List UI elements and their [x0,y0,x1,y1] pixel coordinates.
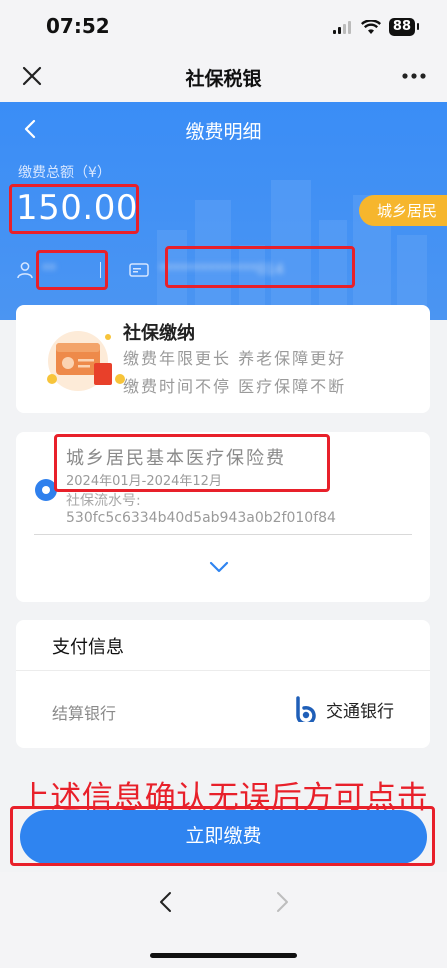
bottom-nav-bar [0,872,447,968]
category-tag: 城乡居民 [358,195,447,226]
divider [34,534,412,535]
annotation-box-insurance [54,434,330,492]
wifi-icon [360,19,381,34]
page-title: 缴费明细 [185,121,262,143]
annotation-box-name [36,250,108,290]
payment-info-card: 支付信息 结算银行 交通银行 [16,620,430,748]
shebao-slogan-1: 缴费年限更长 养老保障更好 [123,349,347,368]
shebao-promo-card: 社保缴纳 缴费年限更长 养老保障更好 缴费时间不停 医疗保障不断 [16,305,430,413]
status-icons: 88 [332,18,420,36]
annotation-box-amount [9,184,139,234]
more-icon[interactable] [399,62,429,90]
forward-nav-icon[interactable] [270,890,294,914]
app-title: 社保税银 [185,68,262,90]
annotation-box-id [165,246,355,288]
chevron-down-icon[interactable] [208,560,230,574]
back-nav-icon[interactable] [154,890,178,914]
shebao-title: 社保缴纳 [123,323,195,344]
settlement-bank-label: 结算银行 [52,704,117,723]
flow-number-label: 社保流水号: [66,493,141,509]
status-bar: 07:52 88 [0,0,447,52]
bank-logo-icon [296,696,316,722]
social-security-card-illustration [47,331,125,391]
divider [16,670,430,671]
battery-icon: 88 [388,18,420,36]
app-header: 社保税银 [0,52,447,102]
home-indicator [150,953,297,958]
signal-icon [332,21,351,34]
person-icon [17,262,33,279]
flow-number-value: 530fc5c6334b40d5ab943a0b2f010f84 [66,510,336,526]
id-card-icon [129,263,149,277]
insurance-item-card[interactable]: 城乡居民基本医疗保险费 2024年01月-2024年12月 社保流水号: 530… [16,432,430,602]
annotation-box-button [10,806,435,866]
payment-info-title: 支付信息 [52,637,124,658]
city-skyline-decoration [157,180,427,320]
summary-header: 缴费明细 缴费总额（¥） 150.00 城乡居民 ** ************… [0,102,447,320]
bank-name: 交通银行 [326,701,394,722]
status-time: 07:52 [46,14,110,38]
amount-label: 缴费总额（¥） [18,165,111,181]
shebao-slogan-2: 缴费时间不停 医疗保障不断 [123,377,347,396]
settlement-bank-value: 交通银行 [294,696,394,722]
